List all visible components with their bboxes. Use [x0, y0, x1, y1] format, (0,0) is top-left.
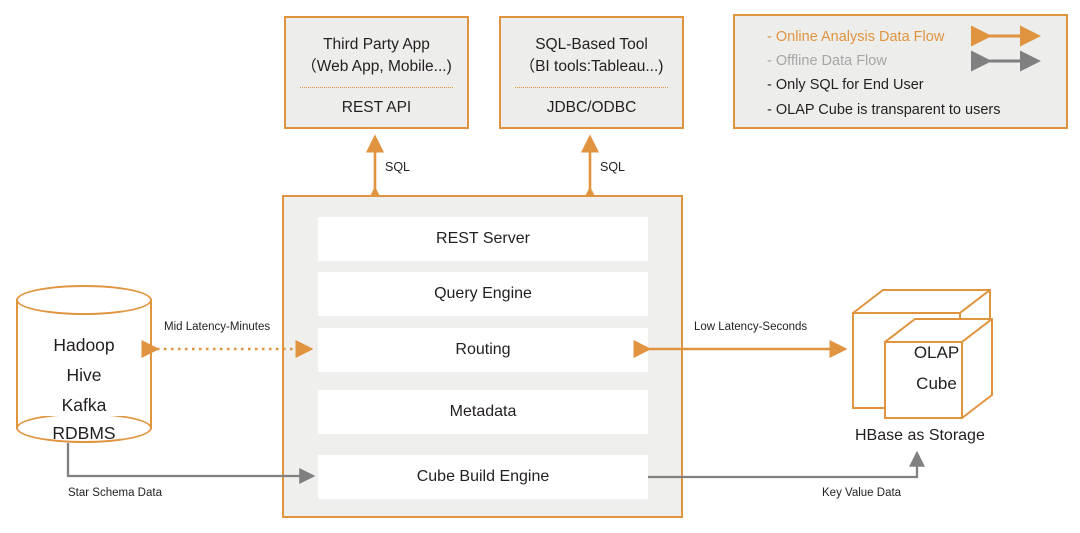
star-schema-data-flow-arrow [66, 443, 316, 485]
client-title-line1: SQL-Based Tool [535, 36, 648, 53]
client-protocol-rest-api: REST API [341, 99, 412, 116]
client-title-line2: （BI tools:Tableau...) [519, 58, 664, 75]
legend-item-only-sql-for-end-user: - Only SQL for End User [767, 77, 924, 93]
datasource-label-hadoop: Hadoop [53, 335, 115, 355]
flow-label-star-schema-data: Star Schema Data [68, 487, 162, 499]
legend-orange-double-arrow-icon [971, 25, 1041, 47]
client-divider [300, 87, 453, 88]
client-protocol-jdbc-odbc: JDBC/ODBC [546, 99, 637, 116]
olap-cube-label-line1: OLAP [913, 343, 960, 362]
module-cube-build-engine[interactable]: Cube Build Engine [318, 455, 648, 499]
module-label: Routing [455, 341, 511, 358]
olap-cube-label-line2: Cube [916, 374, 957, 393]
module-routing[interactable]: Routing [318, 328, 648, 372]
legend-gray-double-arrow-icon [971, 50, 1041, 72]
module-label: Metadata [449, 403, 517, 420]
module-metadata[interactable]: Metadata [318, 390, 648, 434]
legend-item-online-analysis-data-flow: - Online Analysis Data Flow [767, 29, 945, 45]
client-title-line2: （Web App, Mobile...) [301, 58, 452, 75]
low-latency-double-arrow [633, 339, 848, 359]
module-query-engine[interactable]: Query Engine [318, 272, 648, 316]
datasource-label-hive: Hive [66, 365, 102, 385]
datasource-cylinder-top [16, 285, 152, 315]
client-box-third-party-app[interactable]: Third Party App （Web App, Mobile...) RES… [284, 16, 469, 129]
legend-item-offline-data-flow: - Offline Data Flow [767, 53, 887, 69]
flow-label-mid-latency: Mid Latency-Minutes [164, 321, 271, 333]
client-title-line1: Third Party App [323, 36, 430, 53]
flow-label-low-latency: Low Latency-Seconds [694, 321, 808, 333]
mid-latency-dotted-double-arrow [141, 339, 314, 359]
hbase-storage-caption: HBase as Storage [855, 427, 985, 444]
module-label: Query Engine [434, 285, 532, 302]
architecture-diagram: Third Party App （Web App, Mobile...) RES… [0, 0, 1080, 533]
legend-item-olap-cube-transparent: - OLAP Cube is transparent to users [767, 102, 1001, 118]
sql-label-left: SQL [385, 160, 411, 174]
module-label: REST Server [436, 230, 530, 247]
flow-label-key-value-data: Key Value Data [822, 487, 902, 499]
module-rest-server[interactable]: REST Server [318, 217, 648, 261]
module-label: Cube Build Engine [416, 468, 550, 485]
client-box-sql-based-tool[interactable]: SQL-Based Tool （BI tools:Tableau...) JDB… [499, 16, 684, 129]
datasource-label-kafka: Kafka [61, 395, 107, 415]
client-divider [515, 87, 668, 88]
sql-label-right: SQL [600, 160, 626, 174]
